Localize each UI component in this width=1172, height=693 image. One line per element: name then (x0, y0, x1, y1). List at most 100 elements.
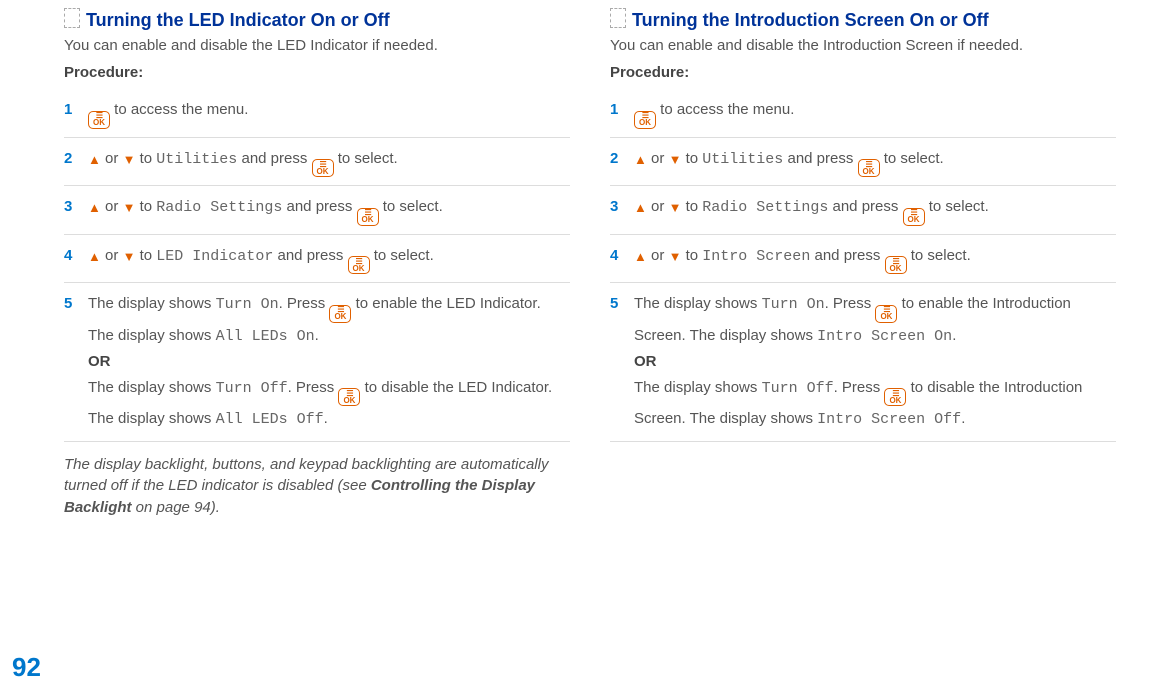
procedure-label: Procedure: (610, 64, 1116, 81)
dot: . (324, 410, 328, 427)
text: . Press (825, 295, 876, 312)
left-column: Turning the LED Indicator On or Off You … (64, 0, 590, 534)
select-text: to select. (334, 150, 398, 167)
select-text: to select. (880, 150, 944, 167)
press-text: and press (282, 198, 356, 215)
step-number: 3 (64, 194, 72, 220)
procedure-list: 1 ☰OK to access the menu. 2 ▲ or ▼ to Ut… (610, 89, 1116, 442)
page-number: 92 (12, 652, 41, 683)
to-text: to (681, 198, 702, 215)
step-5: 5 The display shows Turn On. Press ☰OK t… (610, 283, 1116, 442)
to-text: to (681, 247, 702, 264)
up-arrow-icon: ▲ (88, 249, 101, 264)
step-number: 4 (64, 243, 72, 269)
up-arrow-icon: ▲ (634, 152, 647, 167)
step-number: 2 (64, 146, 72, 172)
select-text: to select. (925, 198, 989, 215)
or-text: or (647, 198, 669, 215)
down-arrow-icon: ▼ (669, 200, 682, 215)
step-number: 3 (610, 194, 618, 220)
step-number: 1 (64, 97, 72, 123)
step-1: 1 ☰OK to access the menu. (610, 89, 1116, 138)
note-text: The display backlight, buttons, and keyp… (64, 454, 570, 519)
ok-button-icon: ☰OK (329, 305, 351, 323)
note-segment: on page 94). (132, 499, 220, 516)
step-4: 4 ▲ or ▼ to LED Indicator and press ☰OK … (64, 235, 570, 284)
dot: . (315, 327, 319, 344)
ok-button-icon: ☰OK (903, 208, 925, 226)
select-text: to select. (907, 247, 971, 264)
step-2: 2 ▲ or ▼ to Utilities and press ☰OK to s… (610, 138, 1116, 187)
page-content: Turning the LED Indicator On or Off You … (0, 0, 1172, 534)
ok-button-icon: ☰OK (634, 111, 656, 129)
display-value: Intro Screen On (817, 328, 952, 345)
step-2: 2 ▲ or ▼ to Utilities and press ☰OK to s… (64, 138, 570, 187)
section-heading-intro: Turning the Introduction Screen On or Of… (610, 8, 1116, 31)
ok-button-icon: ☰OK (875, 305, 897, 323)
display-value: Turn On (762, 296, 825, 313)
press-text: and press (810, 247, 884, 264)
section-heading-led: Turning the LED Indicator On or Off (64, 8, 570, 31)
to-text: to (681, 150, 702, 167)
text: . Press (834, 379, 885, 396)
up-arrow-icon: ▲ (88, 200, 101, 215)
ok-button-icon: ☰OK (88, 111, 110, 129)
dot: . (961, 410, 965, 427)
ok-button-icon: ☰OK (348, 256, 370, 274)
or-text: or (647, 247, 669, 264)
up-arrow-icon: ▲ (634, 200, 647, 215)
to-text: to (135, 198, 156, 215)
ok-button-icon: ☰OK (884, 388, 906, 406)
to-text: to (135, 150, 156, 167)
select-text: to select. (379, 198, 443, 215)
or-separator: OR (88, 353, 111, 370)
ok-button-icon: ☰OK (357, 208, 379, 226)
press-text: and press (237, 150, 311, 167)
menu-target: Radio Settings (702, 199, 828, 216)
or-text: or (101, 150, 123, 167)
menu-target: Intro Screen (702, 248, 810, 265)
heading-marker-icon (610, 8, 626, 28)
menu-target: Radio Settings (156, 199, 282, 216)
step-number: 2 (610, 146, 618, 172)
step-4: 4 ▲ or ▼ to Intro Screen and press ☰OK t… (610, 235, 1116, 284)
step-5: 5 The display shows Turn On. Press ☰OK t… (64, 283, 570, 442)
text: The display shows (634, 379, 762, 396)
press-text: and press (783, 150, 857, 167)
down-arrow-icon: ▼ (123, 200, 136, 215)
or-separator: OR (634, 353, 657, 370)
or-text: or (647, 150, 669, 167)
up-arrow-icon: ▲ (634, 249, 647, 264)
text: The display shows (634, 295, 762, 312)
text: The display shows (88, 295, 216, 312)
display-value: All LEDs Off (216, 411, 324, 428)
intro-text: You can enable and disable the LED Indic… (64, 37, 570, 54)
right-column: Turning the Introduction Screen On or Of… (590, 0, 1116, 534)
step-number: 5 (610, 291, 618, 317)
text: The display shows (88, 379, 216, 396)
dot: . (952, 327, 956, 344)
display-value: Turn On (216, 296, 279, 313)
menu-target: LED Indicator (156, 248, 273, 265)
or-text: or (101, 247, 123, 264)
menu-target: Utilities (156, 151, 237, 168)
ok-button-icon: ☰OK (885, 256, 907, 274)
display-value: Turn Off (216, 380, 288, 397)
ok-button-icon: ☰OK (858, 159, 880, 177)
text: . Press (288, 379, 339, 396)
up-arrow-icon: ▲ (88, 152, 101, 167)
display-value: All LEDs On (216, 328, 315, 345)
step-1: 1 ☰OK to access the menu. (64, 89, 570, 138)
menu-target: Utilities (702, 151, 783, 168)
step-text: to access the menu. (110, 101, 248, 118)
down-arrow-icon: ▼ (669, 152, 682, 167)
step-text: to access the menu. (656, 101, 794, 118)
step-3: 3 ▲ or ▼ to Radio Settings and press ☰OK… (64, 186, 570, 235)
step-number: 1 (610, 97, 618, 123)
down-arrow-icon: ▼ (669, 249, 682, 264)
heading-text: Turning the LED Indicator On or Off (86, 10, 390, 30)
to-text: to (135, 247, 156, 264)
down-arrow-icon: ▼ (123, 152, 136, 167)
display-value: Turn Off (762, 380, 834, 397)
display-value: Intro Screen Off (817, 411, 961, 428)
